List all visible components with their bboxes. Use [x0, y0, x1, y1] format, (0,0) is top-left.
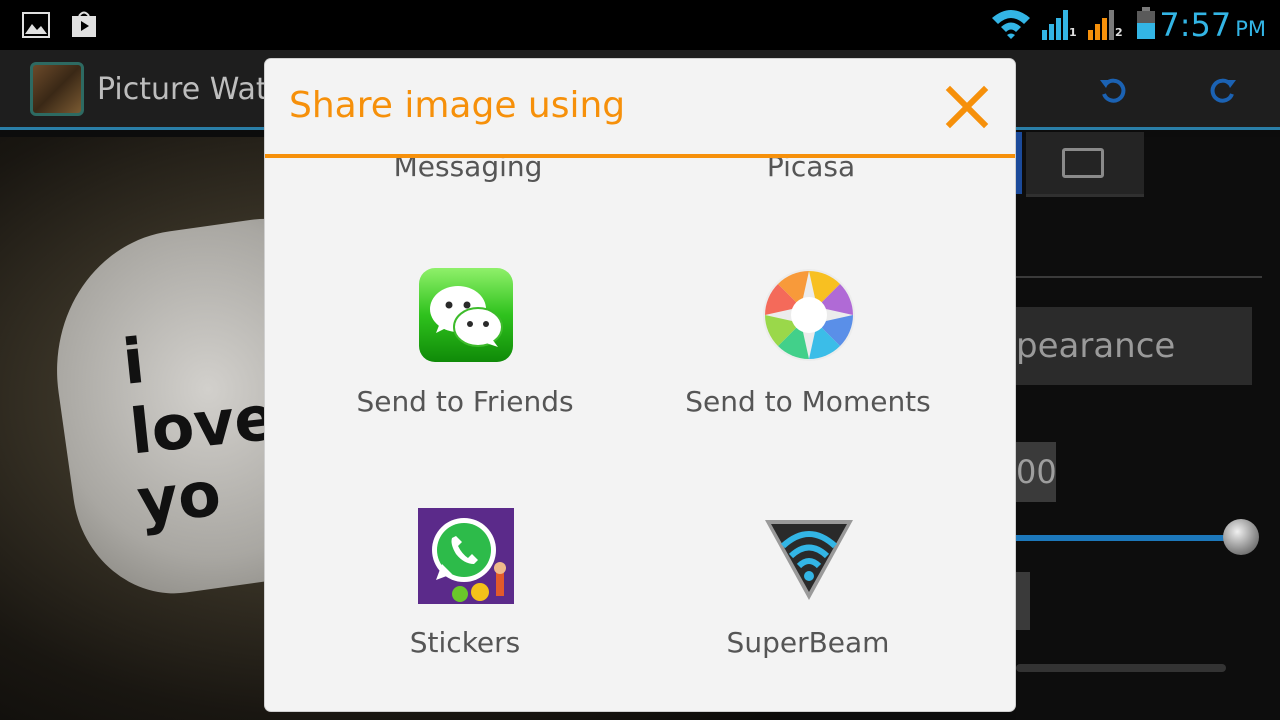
- share-item-stickers[interactable]: Stickers: [285, 508, 645, 711]
- progress-bar: [1016, 664, 1226, 672]
- dialog-title: Share image using: [289, 85, 626, 126]
- app-title: Picture Wate: [97, 72, 287, 107]
- secondary-button[interactable]: [1016, 572, 1030, 630]
- slider-thumb[interactable]: [1223, 519, 1259, 555]
- photo-text: i love yo: [119, 324, 280, 539]
- superbeam-icon: [765, 520, 853, 600]
- share-item-send-to-friends[interactable]: Send to Friends: [285, 267, 645, 487]
- slider-track[interactable]: [1016, 535, 1242, 541]
- whatsapp-stickers-icon: [418, 508, 514, 604]
- share-item-label: Send to Moments: [685, 385, 931, 418]
- appearance-button[interactable]: pearance: [1016, 307, 1252, 385]
- sim2-label: 2: [1115, 26, 1123, 39]
- share-item-messaging-label[interactable]: Messaging: [288, 158, 648, 183]
- tab-indicator: [1016, 132, 1022, 194]
- share-item-label: Stickers: [409, 626, 521, 659]
- share-item-picasa-label[interactable]: Picasa: [631, 158, 991, 183]
- share-item-label: Send to Friends: [356, 385, 574, 418]
- clock: 7:57 PM: [1159, 6, 1266, 44]
- share-grid: Messaging Picasa Send to Friends Send to…: [265, 158, 1015, 711]
- close-icon[interactable]: [945, 85, 989, 129]
- number-input[interactable]: 00: [1016, 442, 1057, 502]
- share-dialog: Share image using Messaging Picasa Send …: [265, 59, 1015, 711]
- share-item-superbeam[interactable]: SuperBeam: [628, 508, 988, 711]
- clock-ampm: PM: [1235, 17, 1266, 41]
- settings-panel: [1016, 137, 1280, 720]
- image-tab-icon: [1062, 148, 1104, 178]
- dialog-header: Share image using: [265, 59, 1015, 155]
- play-store-icon: [72, 11, 96, 37]
- moments-icon: [763, 269, 855, 361]
- app-logo-icon[interactable]: [30, 62, 84, 116]
- wechat-icon: [419, 268, 513, 362]
- gallery-icon: [22, 12, 50, 38]
- share-item-send-to-moments[interactable]: Send to Moments: [628, 267, 988, 487]
- redo-icon[interactable]: [1208, 76, 1238, 106]
- clock-time: 7:57: [1159, 6, 1232, 44]
- battery-icon: [1137, 7, 1155, 39]
- share-item-label: SuperBeam: [726, 626, 890, 659]
- wifi-icon: [992, 10, 1030, 39]
- text-field-underline: [1016, 276, 1262, 278]
- status-bar: 1 2 7:57 PM: [0, 0, 1280, 50]
- undo-icon[interactable]: [1098, 76, 1128, 106]
- sim1-label: 1: [1069, 26, 1077, 39]
